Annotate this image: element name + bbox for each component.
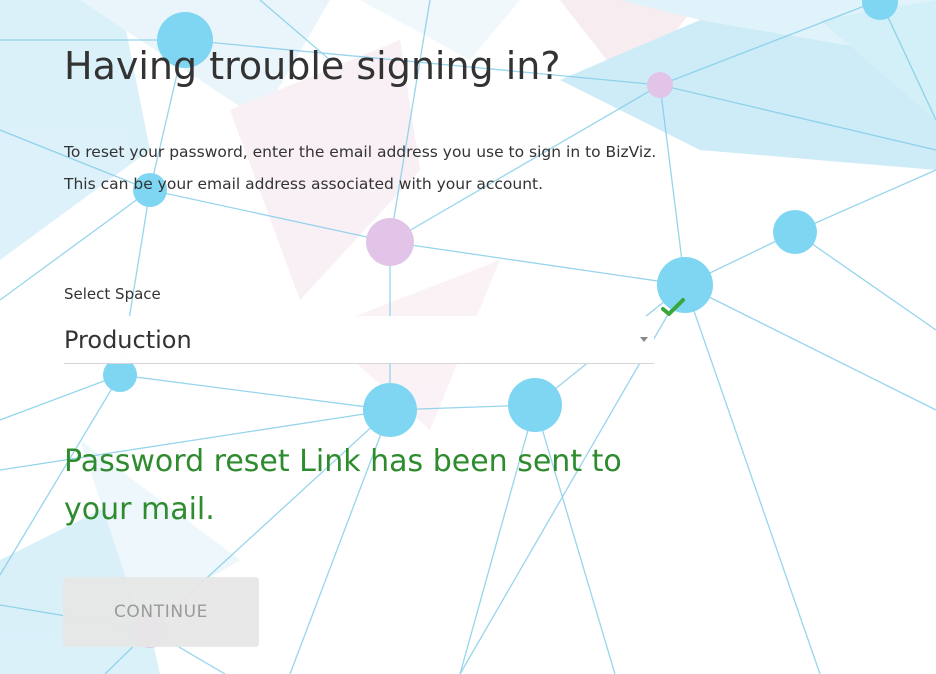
- continue-button[interactable]: CONTINUE: [63, 577, 259, 647]
- page-title: Having trouble signing in?: [64, 44, 561, 88]
- instructions-line: To reset your password, enter the email …: [64, 143, 657, 161]
- chevron-down-icon: [640, 337, 648, 342]
- instructions-line: This can be your email address associate…: [64, 175, 544, 193]
- check-icon: [661, 298, 685, 316]
- success-message-line: Password reset Link has been sent to: [64, 444, 622, 479]
- success-message: Password reset Link has been sent to you…: [64, 438, 764, 534]
- instructions-text: To reset your password, enter the email …: [64, 136, 924, 200]
- success-message-line: your mail.: [64, 492, 215, 527]
- space-select-value: Production: [64, 326, 192, 354]
- select-space-label: Select Space: [64, 285, 161, 303]
- space-select[interactable]: Production: [64, 316, 654, 364]
